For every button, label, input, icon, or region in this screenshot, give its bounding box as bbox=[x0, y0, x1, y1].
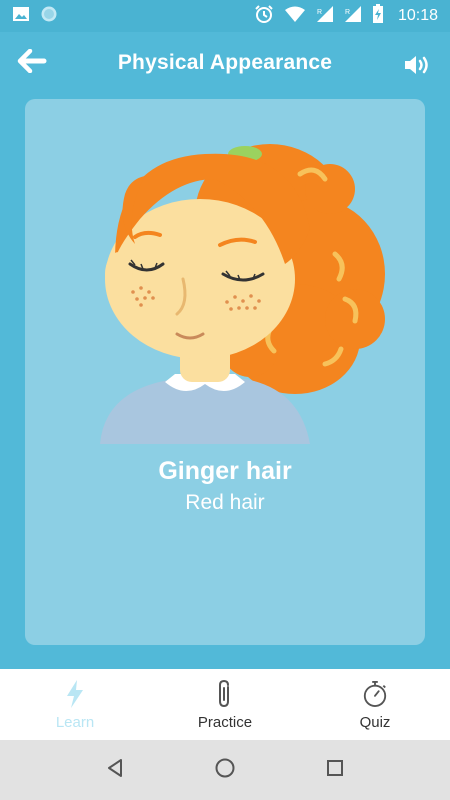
tab-practice[interactable]: Practice bbox=[150, 669, 300, 740]
system-home-button[interactable] bbox=[205, 750, 245, 790]
recents-square-icon bbox=[325, 758, 345, 783]
back-arrow-icon bbox=[17, 48, 47, 78]
back-button[interactable] bbox=[16, 48, 48, 78]
sound-button[interactable] bbox=[402, 52, 434, 82]
tab-learn-label: Learn bbox=[55, 714, 95, 731]
system-back-button[interactable] bbox=[95, 750, 135, 790]
signal-r-icon: R bbox=[344, 5, 362, 28]
vocab-translation: Red hair bbox=[185, 491, 265, 514]
ginger-hair-illustration bbox=[100, 144, 385, 444]
speaker-icon bbox=[403, 53, 433, 82]
back-triangle-icon bbox=[105, 758, 125, 783]
tab-learn[interactable]: Learn bbox=[0, 669, 150, 740]
stopwatch-icon bbox=[362, 678, 388, 710]
vocab-word: Ginger hair bbox=[158, 457, 292, 485]
home-circle-icon bbox=[214, 757, 236, 784]
status-bar: R R 10:18 bbox=[0, 0, 450, 32]
tab-practice-label: Practice bbox=[197, 714, 253, 731]
page-title: Physical Appearance bbox=[117, 51, 333, 74]
system-nav-bar bbox=[0, 740, 450, 800]
paperclip-icon bbox=[212, 678, 238, 710]
lightning-icon bbox=[62, 678, 88, 710]
signal-r-icon: R bbox=[316, 5, 334, 28]
wifi-icon bbox=[284, 5, 306, 28]
circle-notification-icon bbox=[40, 5, 58, 28]
status-time: 10:18 bbox=[397, 7, 438, 24]
system-recents-button[interactable] bbox=[315, 750, 355, 790]
image-icon bbox=[12, 6, 30, 27]
app-bar: Physical Appearance bbox=[0, 32, 450, 94]
tab-quiz-label: Quiz bbox=[359, 714, 391, 731]
bottom-nav: Learn Practice Quiz bbox=[0, 669, 450, 740]
alarm-icon bbox=[254, 4, 274, 29]
battery-charging-icon bbox=[372, 3, 384, 29]
flashcard[interactable]: Ginger hair Red hair bbox=[25, 99, 425, 645]
tab-quiz[interactable]: Quiz bbox=[300, 669, 450, 740]
svg-text:R: R bbox=[317, 9, 322, 16]
content-area: Ginger hair Red hair bbox=[0, 94, 450, 669]
svg-text:R: R bbox=[345, 9, 350, 16]
